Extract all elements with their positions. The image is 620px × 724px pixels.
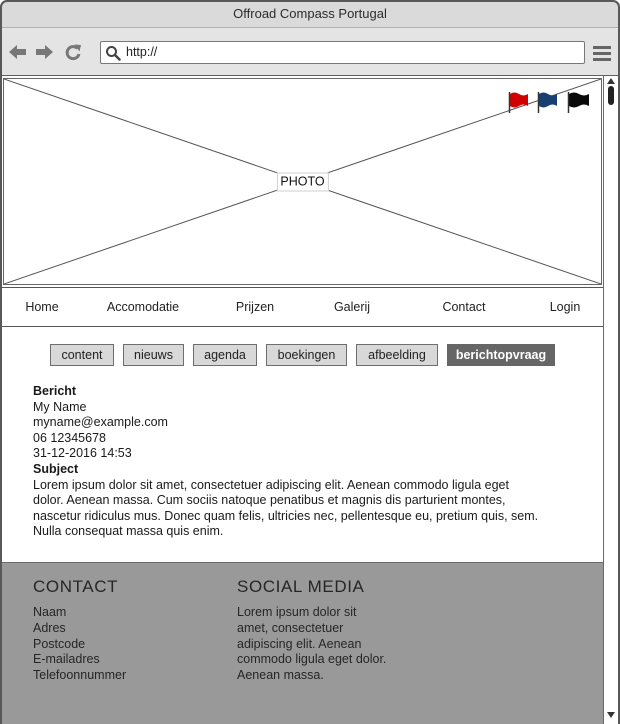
social-text-line: adipiscing elit. Aenean (237, 636, 362, 651)
scroll-up-arrow-icon[interactable] (607, 78, 615, 84)
nav-contact[interactable]: Contact (442, 288, 485, 326)
hamburger-menu-icon[interactable] (593, 45, 611, 61)
tab-boekingen[interactable]: boekingen (266, 344, 347, 366)
message-body-line: Lorem ipsum dolor sit amet, consectetuer… (33, 477, 509, 492)
forward-arrow-icon[interactable] (35, 44, 53, 60)
photo-label: PHOTO (276, 172, 329, 191)
message-body: Lorem ipsum dolor sit amet, consectetuer… (33, 478, 538, 540)
main-nav: Home Accomodatie Prijzen Galerij Contact… (1, 287, 604, 327)
social-text-line: Lorem ipsum dolor sit (237, 605, 357, 619)
contact-item-adres: Adres (33, 620, 66, 635)
nav-accomodatie[interactable]: Accomodatie (107, 288, 179, 326)
search-icon (106, 46, 121, 61)
message-detail: Bericht My Name myname@example.com 06 12… (33, 384, 538, 540)
tab-afbeelding[interactable]: afbeelding (356, 344, 438, 366)
red-flag-icon[interactable] (508, 92, 529, 113)
contact-heading: CONTACT (33, 577, 119, 596)
social-media-heading: SOCIAL MEDIA (237, 577, 365, 596)
message-datetime: 31-12-2016 14:53 (33, 446, 132, 461)
message-body-line: dolor. Aenean massa. Cum sociis natoque … (33, 493, 506, 508)
nav-galerij[interactable]: Galerij (334, 288, 370, 326)
message-heading: Bericht (33, 384, 77, 398)
social-text-line: amet, consectetuer (237, 620, 344, 635)
nav-home[interactable]: Home (25, 288, 58, 326)
blue-flag-icon[interactable] (537, 92, 558, 113)
window-title: Offroad Compass Portugal (233, 6, 387, 21)
contact-item-email: E-mailadres (33, 652, 100, 667)
tab-content[interactable]: content (50, 344, 114, 366)
browser-toolbar: http:// (0, 28, 620, 76)
scroll-down-arrow-icon[interactable] (607, 712, 615, 718)
contact-item-telefoon: Telefoonnummer (33, 668, 127, 683)
tab-nieuws[interactable]: nieuws (123, 344, 184, 366)
url-field[interactable]: http:// (100, 41, 585, 64)
black-flag-icon[interactable] (567, 92, 590, 113)
language-flags (508, 92, 590, 113)
contact-item-naam: Naam (33, 605, 67, 619)
scroll-thumb[interactable] (608, 86, 614, 105)
tab-agenda[interactable]: agenda (193, 344, 257, 366)
sender-name: My Name (33, 399, 87, 414)
tab-berichtopvraag[interactable]: berichtopvraag (447, 344, 555, 366)
sender-phone: 06 12345678 (33, 430, 106, 445)
title-bar: Offroad Compass Portugal (0, 0, 620, 28)
admin-tabs: content nieuws agenda boekingen afbeeldi… (3, 344, 602, 366)
reload-icon[interactable] (64, 43, 82, 61)
vertical-scrollbar[interactable] (603, 76, 618, 724)
social-text-line: Aenean massa. (237, 668, 324, 683)
message-body-line: nascetur ridiculus mus. Donec quam felis… (33, 508, 539, 523)
social-media-text: Lorem ipsum dolor sit amet, consectetuer… (237, 605, 386, 684)
message-body-line: Nulla consequat massa quis enim. (33, 524, 224, 539)
subject-label: Subject (33, 461, 79, 476)
hero-photo-placeholder: PHOTO (3, 78, 602, 285)
social-text-line: commodo ligula eget dolor. (237, 652, 387, 667)
url-text: http:// (126, 45, 158, 59)
contact-list: Naam Adres Postcode E-mailadres Telefoon… (33, 605, 126, 684)
sender-email: myname@example.com (33, 415, 168, 430)
contact-item-postcode: Postcode (33, 636, 86, 651)
footer: CONTACT Naam Adres Postcode E-mailadres … (2, 562, 603, 724)
back-arrow-icon[interactable] (9, 44, 27, 60)
nav-prijzen[interactable]: Prijzen (236, 288, 274, 326)
nav-login[interactable]: Login (550, 288, 581, 326)
